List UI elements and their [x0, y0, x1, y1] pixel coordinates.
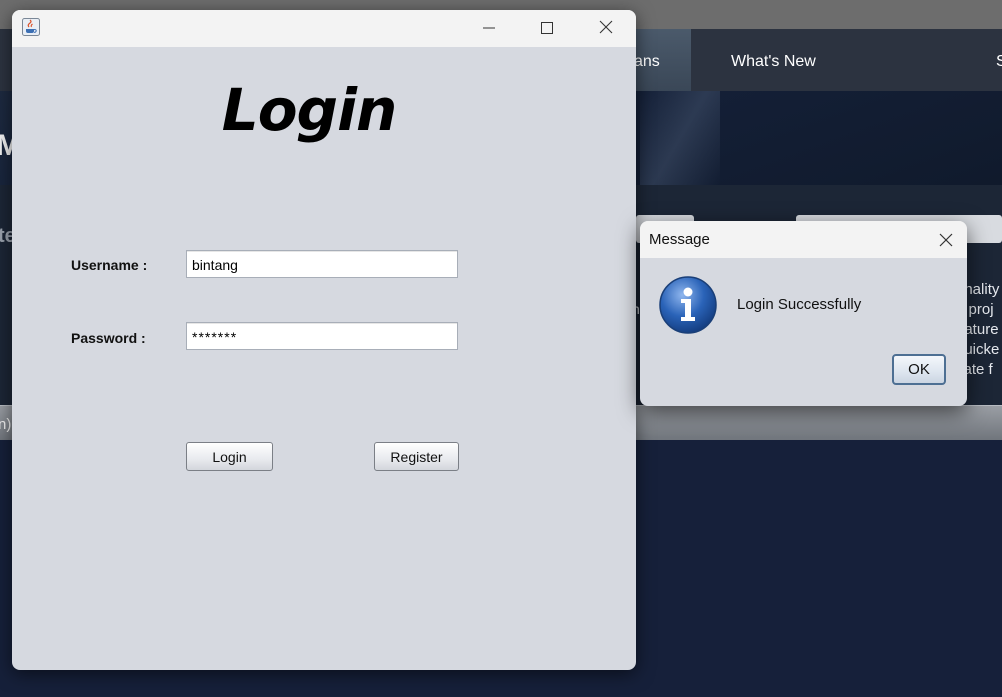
- ok-button[interactable]: OK: [892, 354, 946, 385]
- minimize-icon[interactable]: [476, 16, 502, 40]
- nav-item-right-partial[interactable]: S: [996, 29, 1002, 91]
- dialog-title-bar[interactable]: Message: [640, 221, 967, 258]
- password-label: Password :: [71, 330, 146, 346]
- java-app-icon: [22, 18, 40, 36]
- dialog-title: Message: [649, 231, 710, 248]
- register-button[interactable]: Register: [374, 442, 459, 471]
- message-dialog: Message Login Successfully OK: [640, 221, 967, 406]
- info-icon: [659, 276, 717, 334]
- close-icon[interactable]: [593, 16, 619, 40]
- login-heading: Login: [221, 76, 398, 144]
- nav-item-whats-new[interactable]: What's New: [731, 29, 816, 91]
- login-window: Login Username : bintang Password : ****…: [12, 10, 636, 670]
- dialog-close-icon[interactable]: [934, 229, 958, 251]
- dialog-message: Login Successfully: [737, 296, 862, 313]
- maximize-icon[interactable]: [534, 16, 560, 40]
- nav-item-partial[interactable]: ans: [634, 29, 660, 91]
- hero-light-stripe: [640, 91, 720, 185]
- toolbar-partial-text: n): [0, 416, 12, 433]
- username-field[interactable]: bintang: [186, 250, 458, 278]
- username-label: Username :: [71, 257, 148, 273]
- login-button[interactable]: Login: [186, 442, 273, 471]
- password-field[interactable]: *******: [186, 322, 458, 350]
- login-title-bar[interactable]: [12, 10, 636, 47]
